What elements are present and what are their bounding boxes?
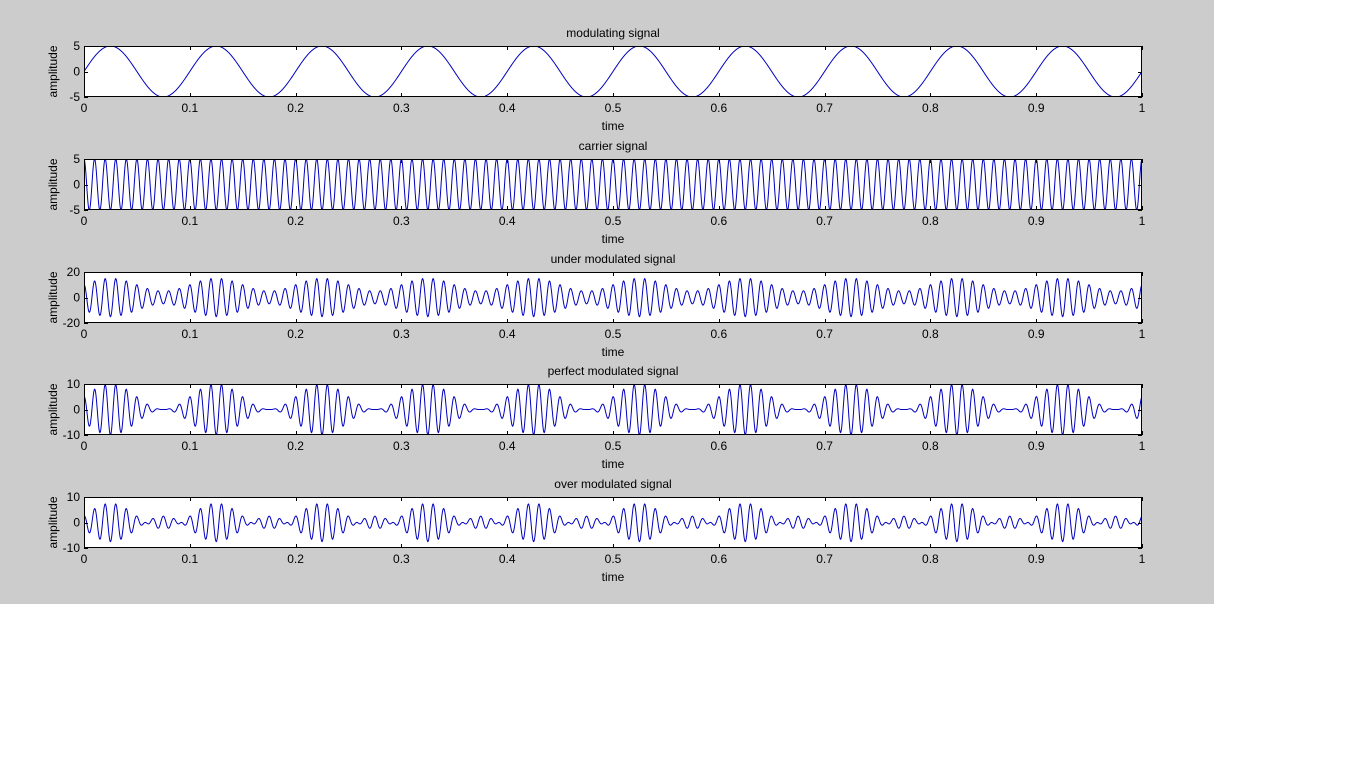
x-tick-label: 0.1 [181, 439, 198, 453]
x-tick-label: 1 [1139, 101, 1146, 115]
x-tick-label: 0.9 [1028, 552, 1045, 566]
x-tick-label: 0.6 [710, 214, 727, 228]
axes-area [84, 272, 1142, 323]
y-tick-label: 0 [73, 178, 80, 192]
x-tick-label: 0.9 [1028, 214, 1045, 228]
axes-area [84, 497, 1142, 548]
x-tick-label: 0.6 [710, 327, 727, 341]
y-tick-label: -10 [63, 541, 81, 555]
x-tick-label: 0.7 [816, 552, 833, 566]
axes-area [84, 159, 1142, 210]
x-tick-label: 0.5 [605, 101, 622, 115]
y-tick-label: 10 [67, 490, 81, 504]
y-tick-label: -5 [69, 90, 80, 104]
x-tick-label: 0.9 [1028, 439, 1045, 453]
x-axis-label: time [602, 232, 625, 246]
x-tick-label: 0.7 [816, 327, 833, 341]
x-tick-label: 0 [81, 439, 88, 453]
x-axis-label: time [602, 457, 625, 471]
x-tick-label: 0 [81, 552, 88, 566]
x-tick-label: 0.3 [393, 101, 410, 115]
subplot-3: 0 0.1 0.2 0.3 0.4 0.5 0.6 0.7 0.8 0.9 1200-20under… [46, 252, 1146, 359]
y-tick-label: -5 [69, 203, 80, 217]
x-tick-label: 0.8 [922, 552, 939, 566]
subplot-title: perfect modulated signal [548, 364, 679, 378]
subplot-title: over modulated signal [554, 477, 671, 491]
x-tick-label: 0.4 [499, 552, 516, 566]
subplot-2: 0 0.1 0.2 0.3 0.4 0.5 0.6 0.7 0.8 0.9 150-5carrier… [46, 139, 1146, 246]
x-tick-label: 0.3 [393, 552, 410, 566]
x-tick-label: 0.8 [922, 439, 939, 453]
y-tick-label: -20 [63, 316, 81, 330]
y-tick-label: 5 [73, 152, 80, 166]
x-tick-label: 1 [1139, 552, 1146, 566]
x-tick-label: 0.6 [710, 552, 727, 566]
x-tick-label: 0.2 [287, 101, 304, 115]
subplot-4: 0 0.1 0.2 0.3 0.4 0.5 0.6 0.7 0.8 0.9 1100-10perfe… [46, 364, 1146, 471]
subplot-5: 0 0.1 0.2 0.3 0.4 0.5 0.6 0.7 0.8 0.9 1100-10over … [46, 477, 1146, 584]
x-tick-label: 0.2 [287, 327, 304, 341]
subplot-1: 0 0.1 0.2 0.3 0.4 0.5 0.6 0.7 0.8 0.9 150-5modulat… [46, 26, 1146, 133]
y-tick-label: 10 [67, 377, 81, 391]
subplot-figure: 0 0.1 0.2 0.3 0.4 0.5 0.6 0.7 0.8 0.9 150-5modulat… [46, 26, 1146, 584]
x-tick-label: 0.9 [1028, 101, 1045, 115]
x-axis-label: time [602, 570, 625, 584]
y-tick-label: 0 [73, 403, 80, 417]
x-tick-label: 0.1 [181, 214, 198, 228]
x-tick-label: 0.4 [499, 439, 516, 453]
x-tick-label: 0 [81, 214, 88, 228]
x-tick-label: 0.2 [287, 552, 304, 566]
subplot-title: under modulated signal [551, 252, 676, 266]
x-tick-label: 0.2 [287, 439, 304, 453]
x-tick-label: 0.2 [287, 214, 304, 228]
x-tick-label: 1 [1139, 439, 1146, 453]
y-tick-label: -10 [63, 428, 81, 442]
x-tick-label: 0.7 [816, 101, 833, 115]
x-tick-label: 0.4 [499, 214, 516, 228]
y-tick-label: 0 [73, 65, 80, 79]
x-tick-label: 0.5 [605, 439, 622, 453]
x-axis-label: time [602, 119, 625, 133]
x-tick-label: 0 [81, 327, 88, 341]
x-tick-label: 0.5 [605, 552, 622, 566]
x-tick-label: 0.8 [922, 214, 939, 228]
y-tick-label: 0 [73, 291, 80, 305]
x-tick-label: 0.9 [1028, 327, 1045, 341]
x-tick-label: 0.4 [499, 327, 516, 341]
x-tick-label: 0.8 [922, 101, 939, 115]
x-tick-label: 0.4 [499, 101, 516, 115]
x-tick-label: 0.5 [605, 214, 622, 228]
y-axis-label: amplitude [46, 158, 60, 210]
x-tick-label: 0.8 [922, 327, 939, 341]
x-tick-label: 0 [81, 101, 88, 115]
x-tick-label: 0.7 [816, 214, 833, 228]
y-tick-label: 20 [67, 265, 81, 279]
x-tick-label: 1 [1139, 214, 1146, 228]
x-tick-label: 0.5 [605, 327, 622, 341]
x-tick-label: 0.1 [181, 327, 198, 341]
axes-area [84, 384, 1142, 435]
x-tick-label: 0.1 [181, 101, 198, 115]
subplot-title: modulating signal [566, 26, 659, 40]
x-tick-label: 1 [1139, 327, 1146, 341]
y-axis-label: amplitude [46, 496, 60, 548]
x-tick-label: 0.3 [393, 327, 410, 341]
x-tick-label: 0.7 [816, 439, 833, 453]
x-tick-label: 0.6 [710, 439, 727, 453]
y-axis-label: amplitude [46, 45, 60, 97]
x-axis-label: time [602, 345, 625, 359]
y-tick-label: 0 [73, 516, 80, 530]
y-axis-label: amplitude [46, 271, 60, 323]
y-axis-label: amplitude [46, 383, 60, 435]
x-tick-label: 0.3 [393, 214, 410, 228]
subplot-title: carrier signal [579, 139, 648, 153]
x-tick-label: 0.3 [393, 439, 410, 453]
x-tick-label: 0.1 [181, 552, 198, 566]
y-tick-label: 5 [73, 39, 80, 53]
x-tick-label: 0.6 [710, 101, 727, 115]
